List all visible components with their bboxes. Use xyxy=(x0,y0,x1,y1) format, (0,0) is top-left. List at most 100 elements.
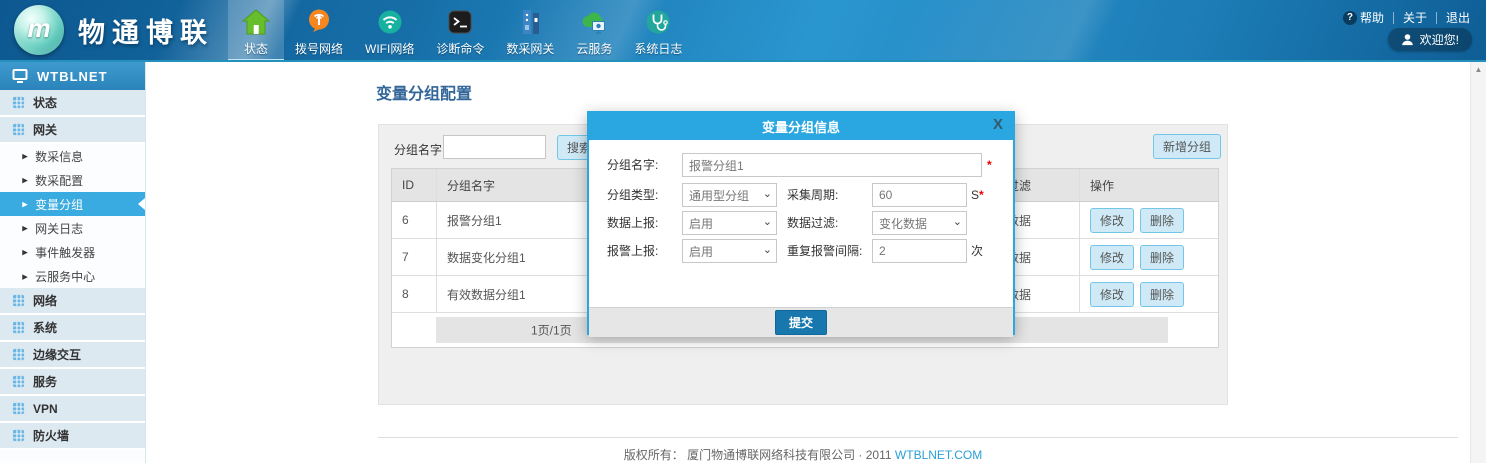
grid-icon xyxy=(12,96,25,109)
delete-button[interactable]: 删除 xyxy=(1140,282,1184,307)
group-name-search-input[interactable] xyxy=(443,135,546,159)
cloud-service-icon xyxy=(579,7,609,37)
triangle-icon: ▶ xyxy=(22,248,28,256)
data-report-select[interactable]: 启用 ⌄ xyxy=(682,211,777,235)
page-title: 变量分组配置 xyxy=(376,80,472,104)
divider xyxy=(1393,12,1394,24)
sidebar-item-cloud-center[interactable]: ▶云服务中心 xyxy=(0,264,145,288)
group-type-select[interactable]: 通用型分组 ⌄ xyxy=(682,183,777,207)
nav-item-wifi-network[interactable]: WIFI网络 xyxy=(354,0,425,62)
welcome-badge[interactable]: 欢迎您! xyxy=(1388,28,1472,51)
triangle-icon: ▶ xyxy=(22,224,28,232)
modal-footer: 提交 xyxy=(589,307,1013,337)
search-label: 分组名字: xyxy=(394,141,445,158)
alarm-report-label: 报警上报: xyxy=(607,239,658,263)
about-link[interactable]: 关于 xyxy=(1403,9,1427,26)
welcome-text: 欢迎您! xyxy=(1420,31,1459,48)
cell-actions: 修改 删除 xyxy=(1080,276,1218,312)
col-header-id: ID xyxy=(392,169,437,201)
nav-item-system-log[interactable]: 系统日志 xyxy=(623,0,693,62)
delete-button[interactable]: 删除 xyxy=(1140,208,1184,233)
cell-id: 8 xyxy=(392,276,437,312)
app-root: m 物通博联 状态 拨号网络 WIFI网络 诊断命令 数采网关 xyxy=(0,0,1486,463)
sidebar-item-data-config[interactable]: ▶数采配置 xyxy=(0,168,145,192)
close-icon[interactable]: X xyxy=(993,116,1003,133)
brand-logo-icon: m xyxy=(14,5,64,55)
required-asterisk: * xyxy=(987,153,992,177)
modal-body: 分组名字: * 分组类型: 通用型分组 ⌄ 采集周期: S* 数据上报: 启用 … xyxy=(589,140,1013,307)
home-icon xyxy=(241,7,271,37)
sidebar-item-edge-interaction[interactable]: 边缘交互 xyxy=(0,342,145,369)
add-group-button[interactable]: 新增分组 xyxy=(1153,134,1221,159)
nav-item-status[interactable]: 状态 xyxy=(228,0,284,62)
grid-icon xyxy=(12,123,25,136)
top-utility-links: ?帮助 关于 退出 xyxy=(1343,9,1470,26)
group-name-input[interactable] xyxy=(682,153,982,177)
help-icon: ? xyxy=(1343,11,1357,25)
top-header: m 物通博联 状态 拨号网络 WIFI网络 诊断命令 数采网关 xyxy=(0,0,1486,62)
sidebar-item-firewall[interactable]: 防火墙 xyxy=(0,423,145,450)
sidebar-item-event-trigger[interactable]: ▶事件触发器 xyxy=(0,240,145,264)
group-name-label: 分组名字: xyxy=(607,153,658,177)
delete-button[interactable]: 删除 xyxy=(1140,245,1184,270)
sidebar-item-service[interactable]: 服务 xyxy=(0,369,145,396)
syslog-icon xyxy=(643,7,673,37)
triangle-icon: ▶ xyxy=(22,176,28,184)
variable-group-modal: 变量分组信息 X 分组名字: * 分组类型: 通用型分组 ⌄ 采集周期: S* … xyxy=(587,111,1015,335)
collect-period-input[interactable] xyxy=(872,183,967,207)
pagination-status: 1页/1页 xyxy=(531,322,572,339)
terminal-icon xyxy=(445,7,475,37)
scrollbar[interactable]: ▲ xyxy=(1470,62,1486,463)
gateway-icon xyxy=(515,7,545,37)
sidebar: WTBLNET 状态 网关 ▶数采信息 ▶数采配置 ▶变量分组 ▶网关日志 ▶事… xyxy=(0,62,146,463)
data-filter-select[interactable]: 变化数据 ⌄ xyxy=(872,211,967,235)
grid-icon xyxy=(12,348,25,361)
logout-link[interactable]: 退出 xyxy=(1446,9,1470,26)
user-icon xyxy=(1401,33,1414,46)
chevron-down-icon: ⌄ xyxy=(763,243,772,256)
alarm-report-select[interactable]: 启用 ⌄ xyxy=(682,239,777,263)
grid-icon xyxy=(12,402,25,415)
cell-id: 6 xyxy=(392,202,437,238)
sidebar-item-system[interactable]: 系统 xyxy=(0,315,145,342)
footer-divider xyxy=(378,437,1458,438)
edit-button[interactable]: 修改 xyxy=(1090,282,1134,307)
sidebar-item-gateway-log[interactable]: ▶网关日志 xyxy=(0,216,145,240)
triangle-icon: ▶ xyxy=(22,272,28,280)
chevron-down-icon: ⌄ xyxy=(953,215,962,228)
brand-name: 物通博联 xyxy=(78,11,214,50)
grid-icon xyxy=(12,294,25,307)
sidebar-item-status[interactable]: 状态 xyxy=(0,90,145,117)
cell-id: 7 xyxy=(392,239,437,275)
modal-title: 变量分组信息 xyxy=(762,117,840,136)
collect-period-suffix: S* xyxy=(971,183,984,207)
alarm-interval-suffix: 次 xyxy=(971,239,983,263)
sidebar-item-data-info[interactable]: ▶数采信息 xyxy=(0,144,145,168)
brand-logo: m 物通博联 xyxy=(14,5,214,55)
sidebar-item-network[interactable]: 网络 xyxy=(0,288,145,315)
grid-icon xyxy=(12,375,25,388)
sidebar-item-variable-group[interactable]: ▶变量分组 xyxy=(0,192,145,216)
scroll-up-icon[interactable]: ▲ xyxy=(1471,62,1486,74)
alarm-interval-label: 重复报警间隔: xyxy=(787,239,862,263)
alarm-interval-input[interactable] xyxy=(872,239,967,263)
nav-item-dial-network[interactable]: 拨号网络 xyxy=(284,0,354,62)
nav-item-diagnostic-command[interactable]: 诊断命令 xyxy=(425,0,495,62)
sidebar-item-gateway[interactable]: 网关 xyxy=(0,117,145,144)
divider xyxy=(1436,12,1437,24)
nav-item-data-gateway[interactable]: 数采网关 xyxy=(495,0,565,62)
help-link[interactable]: ?帮助 xyxy=(1343,9,1384,26)
nav-item-cloud-service[interactable]: 云服务 xyxy=(565,0,623,62)
submit-button[interactable]: 提交 xyxy=(775,310,827,335)
dial-network-icon xyxy=(304,7,334,37)
chevron-down-icon: ⌄ xyxy=(763,215,772,228)
sidebar-header: WTBLNET xyxy=(0,62,145,90)
edit-button[interactable]: 修改 xyxy=(1090,245,1134,270)
sidebar-item-vpn[interactable]: VPN xyxy=(0,396,145,423)
triangle-icon: ▶ xyxy=(22,200,28,208)
data-report-label: 数据上报: xyxy=(607,211,658,235)
cell-actions: 修改 删除 xyxy=(1080,202,1218,238)
edit-button[interactable]: 修改 xyxy=(1090,208,1134,233)
modal-titlebar: 变量分组信息 X xyxy=(589,113,1013,140)
wtblnet-link[interactable]: WTBLNET.COM xyxy=(895,448,982,462)
